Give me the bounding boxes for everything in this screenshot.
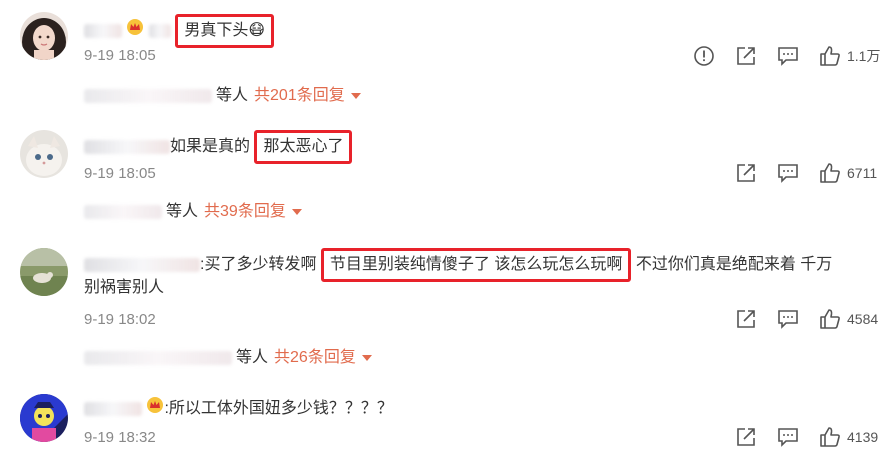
comment-text-line: :所以工体外国妞多少钱？？？？ bbox=[84, 396, 393, 422]
like-icon bbox=[820, 427, 840, 447]
report-icon[interactable] bbox=[693, 45, 715, 67]
timestamp: 9-19 18:05 bbox=[84, 165, 156, 182]
like-icon bbox=[820, 309, 840, 329]
highlighted-text: 男真下头😷 bbox=[175, 14, 275, 48]
like-icon bbox=[820, 46, 840, 66]
comment-text-line-2: 别祸害别人 bbox=[84, 279, 165, 296]
like-count: 1.1万 bbox=[847, 48, 881, 64]
comment-actions: 4139 bbox=[715, 425, 881, 449]
comment-text-line: 男真下头😷 bbox=[84, 14, 275, 48]
comment-actions: 4584 bbox=[715, 307, 881, 331]
replies-toggle[interactable]: 等人 共39条回复 bbox=[84, 200, 302, 224]
caret-down-icon bbox=[361, 355, 372, 361]
share-icon[interactable] bbox=[735, 308, 757, 330]
comment-text-continued: 不过你们真是绝配来着 千万 bbox=[635, 256, 833, 273]
crown-badge-icon bbox=[126, 18, 144, 44]
reply-count[interactable]: 共39条回复 bbox=[204, 200, 286, 224]
replies-toggle[interactable]: 等人 共26条回复 bbox=[84, 346, 372, 370]
like-button[interactable]: 4584 bbox=[819, 308, 881, 330]
avatar[interactable] bbox=[20, 130, 68, 178]
like-icon bbox=[820, 163, 840, 183]
comment-text: :所以工体外国妞多少钱？？？？ bbox=[164, 400, 393, 418]
highlighted-text: 节目里别装纯情傻子了 该怎么玩怎么玩啊 bbox=[320, 248, 632, 282]
username-blurred[interactable] bbox=[84, 402, 142, 416]
replies-toggle[interactable]: 等人 共201条回复 bbox=[84, 84, 361, 108]
comment-icon[interactable] bbox=[777, 45, 799, 67]
like-count: 4584 bbox=[847, 311, 879, 327]
comment-text-line: :买了多少转发啊 节目里别装纯情傻子了 该怎么玩怎么玩啊 不过你们真是绝配来着 … bbox=[84, 248, 832, 282]
reply-names-blurred bbox=[84, 205, 162, 219]
timestamp: 9-19 18:02 bbox=[84, 311, 156, 328]
avatar[interactable] bbox=[20, 394, 68, 442]
timestamp: 9-19 18:05 bbox=[84, 47, 156, 64]
share-icon[interactable] bbox=[735, 162, 757, 184]
avatar[interactable] bbox=[20, 12, 68, 60]
like-count: 4139 bbox=[847, 429, 879, 445]
like-button[interactable]: 4139 bbox=[819, 426, 881, 448]
comment-actions: 1.1万 bbox=[673, 44, 881, 68]
avatar[interactable] bbox=[20, 248, 68, 296]
highlighted-text: 那太恶心了 bbox=[254, 130, 353, 164]
like-button[interactable]: 1.1万 bbox=[819, 45, 881, 67]
comment-icon[interactable] bbox=[777, 308, 799, 330]
username-blurred[interactable] bbox=[84, 23, 122, 38]
comment-text: :买了多少转发啊 bbox=[200, 256, 317, 273]
username-blurred[interactable] bbox=[84, 257, 200, 272]
comment-icon[interactable] bbox=[777, 162, 799, 184]
share-icon[interactable] bbox=[735, 45, 757, 67]
comment-text: 如果是真的 bbox=[170, 138, 251, 155]
timestamp: 9-19 18:32 bbox=[84, 429, 156, 446]
like-count: 6711 bbox=[847, 165, 878, 181]
reply-count[interactable]: 共26条回复 bbox=[274, 346, 356, 370]
share-icon[interactable] bbox=[735, 426, 757, 448]
comment-icon[interactable] bbox=[777, 426, 799, 448]
like-button[interactable]: 6711 bbox=[819, 162, 881, 184]
crown-badge-icon bbox=[146, 396, 164, 422]
caret-down-icon bbox=[350, 93, 361, 99]
reply-count[interactable]: 共201条回复 bbox=[254, 84, 345, 108]
reply-names-blurred bbox=[84, 89, 212, 103]
comment-actions: 6711 bbox=[715, 161, 881, 185]
caret-down-icon bbox=[291, 209, 302, 215]
reply-names-blurred bbox=[84, 351, 232, 365]
comment-text-line: 如果是真的 那太恶心了 bbox=[84, 130, 353, 164]
username-blurred[interactable] bbox=[84, 139, 170, 154]
